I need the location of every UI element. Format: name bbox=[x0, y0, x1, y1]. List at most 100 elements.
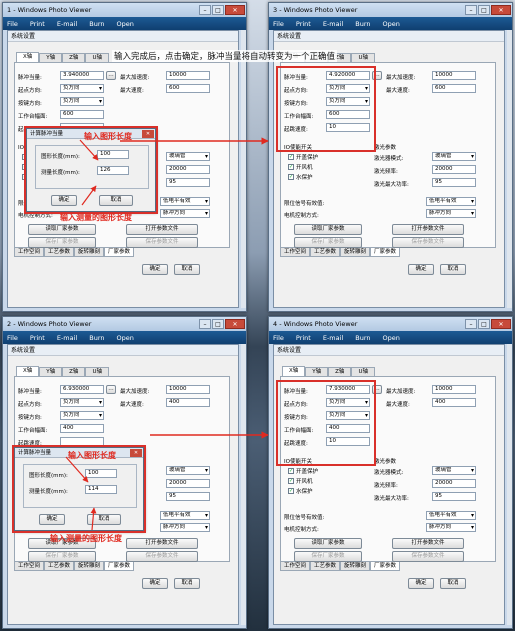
window-scrollbar[interactable] bbox=[241, 30, 246, 308]
menu-email[interactable]: E-mail bbox=[323, 20, 343, 28]
tab-x-axis[interactable]: X轴 bbox=[16, 52, 40, 62]
menu-burn[interactable]: Burn bbox=[355, 20, 370, 28]
tab-process-params[interactable]: 工艺参数 bbox=[310, 248, 341, 257]
read-factory-params-button[interactable]: 读取厂家参数 bbox=[294, 224, 362, 235]
key-direction-select[interactable]: 负方向 bbox=[60, 411, 104, 420]
tab-workspace[interactable]: 工作空间 bbox=[280, 248, 311, 257]
ok-button[interactable]: 确定 bbox=[408, 264, 434, 275]
origin-select[interactable]: 负方向 bbox=[60, 398, 104, 407]
max-acc-input[interactable]: 10000 bbox=[432, 71, 476, 80]
tab-z-axis[interactable]: Z轴 bbox=[328, 367, 352, 376]
laser-mode-select[interactable]: 玻璃管 bbox=[432, 152, 476, 161]
menu-print[interactable]: Print bbox=[296, 334, 311, 342]
max-speed-input[interactable]: 400 bbox=[432, 398, 476, 407]
menu-burn[interactable]: Burn bbox=[355, 334, 370, 342]
minimize-button[interactable]: – bbox=[465, 319, 477, 329]
save-factory-params-button[interactable]: 保存厂家参数 bbox=[294, 551, 362, 562]
limit-signal-select[interactable]: 低电平有效 bbox=[160, 511, 210, 520]
open-params-file-button[interactable]: 打开参数文件 bbox=[392, 538, 464, 549]
tab-rotary-engrave[interactable]: 旋转雕刻 bbox=[74, 248, 105, 257]
max-acc-input[interactable]: 10000 bbox=[166, 385, 210, 394]
maximize-button[interactable]: □ bbox=[212, 5, 224, 15]
tab-rotary-engrave[interactable]: 旋转雕刻 bbox=[340, 562, 371, 571]
max-speed-input[interactable]: 600 bbox=[432, 84, 476, 93]
save-params-file-button[interactable]: 保存参数文件 bbox=[392, 551, 464, 562]
water-protect-checkbox[interactable]: ✓水保护 bbox=[288, 487, 313, 495]
tab-factory-params[interactable]: 厂家参数 bbox=[370, 248, 401, 257]
save-params-file-button[interactable]: 保存参数文件 bbox=[392, 237, 464, 248]
laser-mode-select[interactable]: 玻璃管 bbox=[432, 466, 476, 475]
tab-process-params[interactable]: 工艺参数 bbox=[310, 562, 341, 571]
tab-process-params[interactable]: 工艺参数 bbox=[44, 562, 75, 571]
tab-workspace[interactable]: 工作空间 bbox=[14, 248, 45, 257]
close-button[interactable]: ✕ bbox=[225, 319, 245, 329]
max-acc-input[interactable]: 10000 bbox=[166, 71, 210, 80]
ok-button[interactable]: 确定 bbox=[142, 264, 168, 275]
save-factory-params-button[interactable]: 保存厂家参数 bbox=[28, 237, 96, 248]
tab-rotary-engrave[interactable]: 旋转雕刻 bbox=[340, 248, 371, 257]
laser-power-input[interactable]: 95 bbox=[166, 178, 210, 187]
window-scrollbar[interactable] bbox=[241, 344, 246, 625]
menu-open[interactable]: Open bbox=[383, 20, 400, 28]
motor-control-select[interactable]: 脉冲方向 bbox=[160, 523, 210, 532]
close-button[interactable]: ✕ bbox=[491, 5, 511, 15]
ok-button[interactable]: 确定 bbox=[408, 578, 434, 589]
table-width-input[interactable]: 600 bbox=[60, 110, 104, 119]
menu-burn[interactable]: Burn bbox=[89, 20, 104, 28]
calc-pulse-button[interactable]: … bbox=[106, 71, 116, 80]
menu-email[interactable]: E-mail bbox=[57, 20, 77, 28]
max-acc-input[interactable]: 10000 bbox=[432, 385, 476, 394]
motor-control-select[interactable]: 脉冲方向 bbox=[160, 209, 210, 218]
pulse-input[interactable]: 3.940000 bbox=[60, 71, 104, 80]
max-speed-input[interactable]: 600 bbox=[166, 84, 210, 93]
maximize-button[interactable]: □ bbox=[478, 5, 490, 15]
open-params-file-button[interactable]: 打开参数文件 bbox=[126, 224, 198, 235]
close-button[interactable]: ✕ bbox=[491, 319, 511, 329]
tab-u-axis[interactable]: U轴 bbox=[85, 53, 109, 62]
cover-protect-checkbox[interactable]: ✓开盖保护 bbox=[288, 467, 318, 475]
laser-power-input[interactable]: 95 bbox=[432, 492, 476, 501]
laser-freq-input[interactable]: 20000 bbox=[166, 479, 210, 488]
menu-file[interactable]: File bbox=[7, 20, 18, 28]
open-params-file-button[interactable]: 打开参数文件 bbox=[126, 538, 198, 549]
menu-print[interactable]: Print bbox=[30, 334, 45, 342]
tab-factory-params[interactable]: 厂家参数 bbox=[104, 562, 135, 571]
limit-signal-select[interactable]: 低电平有效 bbox=[160, 197, 210, 206]
maximize-button[interactable]: □ bbox=[212, 319, 224, 329]
read-factory-params-button[interactable]: 读取厂家参数 bbox=[28, 224, 96, 235]
laser-power-input[interactable]: 95 bbox=[432, 178, 476, 187]
tab-u-axis[interactable]: U轴 bbox=[351, 367, 375, 376]
tab-z-axis[interactable]: Z轴 bbox=[62, 53, 86, 62]
laser-freq-input[interactable]: 20000 bbox=[432, 165, 476, 174]
tab-factory-params[interactable]: 厂家参数 bbox=[104, 248, 135, 257]
calc-pulse-button[interactable]: … bbox=[106, 385, 116, 394]
cancel-button[interactable]: 取消 bbox=[440, 264, 466, 275]
window-scrollbar[interactable] bbox=[507, 30, 512, 308]
minimize-button[interactable]: – bbox=[199, 5, 211, 15]
open-params-file-button[interactable]: 打开参数文件 bbox=[392, 224, 464, 235]
cancel-button[interactable]: 取消 bbox=[174, 578, 200, 589]
menu-file[interactable]: File bbox=[273, 20, 284, 28]
tab-y-axis[interactable]: Y轴 bbox=[305, 367, 329, 376]
laser-power-input[interactable]: 95 bbox=[166, 492, 210, 501]
cancel-button[interactable]: 取消 bbox=[174, 264, 200, 275]
laser-mode-select[interactable]: 玻璃管 bbox=[166, 152, 210, 161]
tab-workspace[interactable]: 工作空间 bbox=[280, 562, 311, 571]
ok-button[interactable]: 确定 bbox=[142, 578, 168, 589]
window-scrollbar[interactable] bbox=[507, 344, 512, 625]
tab-x-axis[interactable]: X轴 bbox=[16, 366, 40, 376]
tab-workspace[interactable]: 工作空间 bbox=[14, 562, 45, 571]
tab-process-params[interactable]: 工艺参数 bbox=[44, 248, 75, 257]
menu-email[interactable]: E-mail bbox=[57, 334, 77, 342]
cover-protect-checkbox[interactable]: ✓开盖保护 bbox=[288, 153, 318, 161]
tab-y-axis[interactable]: Y轴 bbox=[39, 367, 63, 376]
tab-x-axis[interactable]: X轴 bbox=[282, 366, 306, 376]
menu-file[interactable]: File bbox=[7, 334, 18, 342]
fan-checkbox[interactable]: ✓开风机 bbox=[288, 163, 313, 171]
read-factory-params-button[interactable]: 读取厂家参数 bbox=[294, 538, 362, 549]
laser-freq-input[interactable]: 20000 bbox=[166, 165, 210, 174]
pulse-input[interactable]: 6.930000 bbox=[60, 385, 104, 394]
minimize-button[interactable]: – bbox=[199, 319, 211, 329]
motor-control-select[interactable]: 脉冲方向 bbox=[426, 209, 476, 218]
table-width-input[interactable]: 400 bbox=[60, 424, 104, 433]
